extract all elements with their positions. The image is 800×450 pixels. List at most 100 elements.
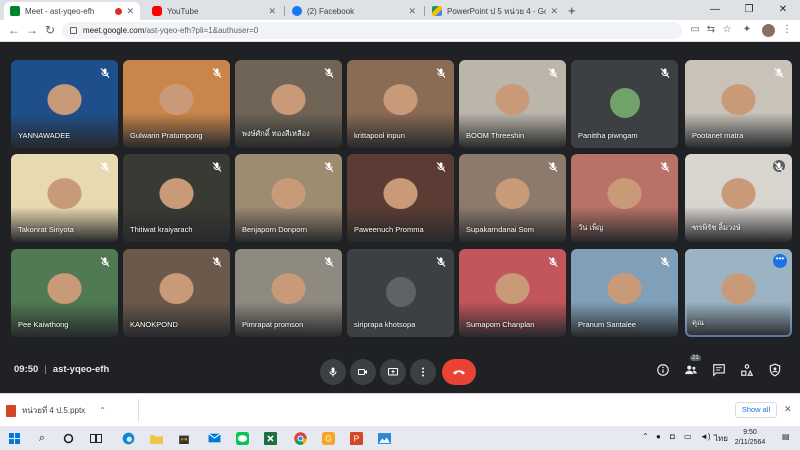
file-explorer-icon[interactable] bbox=[148, 430, 164, 446]
chat-icon[interactable] bbox=[712, 363, 726, 377]
participant-tile[interactable]: YANNAWADEE bbox=[11, 60, 118, 148]
back-icon[interactable]: ← bbox=[6, 23, 22, 37]
windows-start-icon[interactable] bbox=[6, 430, 22, 446]
forward-icon[interactable]: → bbox=[24, 23, 40, 37]
maximize-button[interactable]: ❐ bbox=[732, 0, 766, 20]
participant-name: Paweenuch Promma bbox=[354, 225, 424, 234]
svg-text:P: P bbox=[353, 433, 359, 443]
lock-icon[interactable] bbox=[70, 27, 77, 34]
chrome-icon[interactable] bbox=[292, 430, 308, 446]
close-shelf-icon[interactable]: ✕ bbox=[784, 404, 792, 415]
tab-title: PowerPoint ป 5 หน่วย 4 - Google bbox=[447, 6, 547, 16]
meeting-time: 09:50 bbox=[14, 364, 39, 375]
participant-tile[interactable]: Gulwarin Pratumpong bbox=[123, 60, 230, 148]
photos-icon[interactable] bbox=[376, 430, 392, 446]
mic-off-icon bbox=[435, 160, 447, 172]
show-all-button[interactable]: Show all bbox=[735, 402, 777, 418]
close-tab-icon[interactable]: ✕ bbox=[408, 6, 416, 17]
present-screen-button[interactable] bbox=[380, 359, 406, 385]
microphone-tray-icon[interactable]: ● bbox=[656, 432, 661, 441]
host-controls-icon[interactable] bbox=[768, 363, 782, 377]
info-icon[interactable] bbox=[656, 363, 670, 377]
participant-name: พงษ์ศักดิ์ ทองสีเหลือง bbox=[242, 129, 310, 138]
show-hidden-icons[interactable]: ⌃ bbox=[642, 432, 649, 441]
participant-name: Gulwarin Pratumpong bbox=[130, 131, 203, 140]
participant-tile[interactable]: Supakarndanai Som bbox=[459, 154, 566, 242]
mail-icon[interactable] bbox=[206, 430, 222, 446]
activities-icon[interactable] bbox=[740, 363, 754, 377]
participant-name: Pee Kaiwthong bbox=[18, 320, 69, 329]
bookmark-star-icon[interactable]: ☆ bbox=[720, 24, 734, 35]
close-window-button[interactable]: ✕ bbox=[766, 0, 800, 20]
mic-off-icon bbox=[435, 66, 447, 78]
self-video-tile[interactable]: ••• คุณ bbox=[685, 249, 792, 337]
participant-tile[interactable]: Sumapom Chanplan bbox=[459, 249, 566, 337]
participant-tile[interactable]: วัน เพ็ญ bbox=[571, 154, 678, 242]
meeting-code: ast-yqeo-efh bbox=[52, 364, 110, 375]
participant-tile[interactable]: Takonrat Siriyota bbox=[11, 154, 118, 242]
tab-facebook[interactable]: (2) Facebook ✕ bbox=[286, 2, 422, 20]
leave-call-button[interactable] bbox=[442, 359, 476, 385]
excel-icon[interactable] bbox=[262, 430, 278, 446]
reload-icon[interactable]: ↻ bbox=[42, 23, 58, 37]
tab-meet[interactable]: Meet - ast-yqeo-efh ✕ bbox=[4, 2, 140, 20]
participant-tile[interactable]: Pee Kaiwthong bbox=[11, 249, 118, 337]
notifications-icon[interactable]: ▤ bbox=[782, 432, 790, 441]
camera-button[interactable] bbox=[350, 359, 376, 385]
store-icon[interactable] bbox=[176, 430, 192, 446]
participant-tile[interactable]: ฑรพิรัช ลิ้มวงษ์ bbox=[685, 154, 792, 242]
participant-tile[interactable]: Paweenuch Promma bbox=[347, 154, 454, 242]
participant-tile[interactable]: Benjaporn Donporn bbox=[235, 154, 342, 242]
translate-icon[interactable]: ⇆ bbox=[704, 24, 718, 35]
camera-in-use-icon[interactable]: ▭ bbox=[688, 24, 702, 35]
facebook-icon bbox=[292, 6, 302, 16]
line-app-icon[interactable] bbox=[234, 430, 250, 446]
meet-icon bbox=[10, 6, 20, 16]
tab-google-slides[interactable]: PowerPoint ป 5 หน่วย 4 - Google ✕ bbox=[426, 2, 564, 20]
divider bbox=[138, 399, 139, 422]
close-tab-icon[interactable]: ✕ bbox=[550, 6, 558, 17]
download-item[interactable]: หน่วยที่ 4 ป.5.pptx ⌃ bbox=[6, 400, 136, 421]
minimize-button[interactable]: — bbox=[698, 0, 732, 20]
avatar bbox=[385, 277, 416, 307]
participant-tile[interactable]: Pimrapat promson bbox=[235, 249, 342, 337]
microphone-button[interactable] bbox=[320, 359, 346, 385]
search-icon[interactable]: ⌕ bbox=[34, 430, 50, 446]
participant-tile[interactable]: พงษ์ศักดิ์ ทองสีเหลือง bbox=[235, 60, 342, 148]
more-options-button[interactable] bbox=[410, 359, 436, 385]
system-clock[interactable]: 9:50 2/11/2564 bbox=[725, 428, 775, 448]
participant-tile[interactable]: Pranum Santalee bbox=[571, 249, 678, 337]
participant-name: ฑรพิรัช ลิ้มวงษ์ bbox=[692, 223, 741, 232]
tab-youtube[interactable]: YouTube ✕ bbox=[146, 2, 282, 20]
participant-tile[interactable]: Pootanet matra bbox=[685, 60, 792, 148]
address-bar[interactable]: meet.google.com/ast-yqeo-efh?pli=1&authu… bbox=[62, 22, 682, 39]
chevron-up-icon[interactable]: ⌃ bbox=[99, 406, 106, 415]
participant-name: YANNAWADEE bbox=[18, 131, 71, 140]
participant-tile[interactable]: siriprapa khotsopa bbox=[347, 249, 454, 337]
volume-icon[interactable]: ◄) bbox=[700, 432, 711, 441]
webcam-tray-icon[interactable]: ◘ bbox=[670, 432, 675, 441]
participant-name: Thitiwat kraiyarach bbox=[130, 225, 193, 234]
new-tab-button[interactable]: + bbox=[568, 3, 576, 18]
close-tab-icon[interactable]: ✕ bbox=[126, 6, 134, 17]
network-icon[interactable]: ▭ bbox=[684, 432, 692, 441]
participant-tile[interactable]: Panittha piwngam bbox=[571, 60, 678, 148]
participant-tile[interactable]: Thitiwat kraiyarach bbox=[123, 154, 230, 242]
more-horiz-icon[interactable]: ••• bbox=[773, 254, 787, 268]
participant-tile[interactable]: BOOM Threeshin bbox=[459, 60, 566, 148]
app-orange-icon[interactable]: G bbox=[320, 430, 336, 446]
powerpoint-icon[interactable]: P bbox=[348, 430, 364, 446]
participant-tile[interactable]: krittapool inpun bbox=[347, 60, 454, 148]
participant-name: krittapool inpun bbox=[354, 131, 405, 140]
recording-icon bbox=[115, 7, 123, 15]
menu-kebab-icon[interactable]: ⋮ bbox=[780, 24, 794, 35]
mic-off-icon bbox=[659, 160, 671, 172]
cortana-icon[interactable] bbox=[60, 430, 76, 446]
participant-tile[interactable]: KANOKPOND bbox=[123, 249, 230, 337]
extensions-icon[interactable]: ✦ bbox=[740, 24, 754, 35]
close-tab-icon[interactable]: ✕ bbox=[268, 6, 276, 17]
task-view-icon[interactable] bbox=[88, 430, 104, 446]
edge-icon[interactable] bbox=[120, 430, 136, 446]
profile-avatar[interactable] bbox=[762, 24, 775, 37]
people-icon[interactable] bbox=[684, 363, 698, 377]
